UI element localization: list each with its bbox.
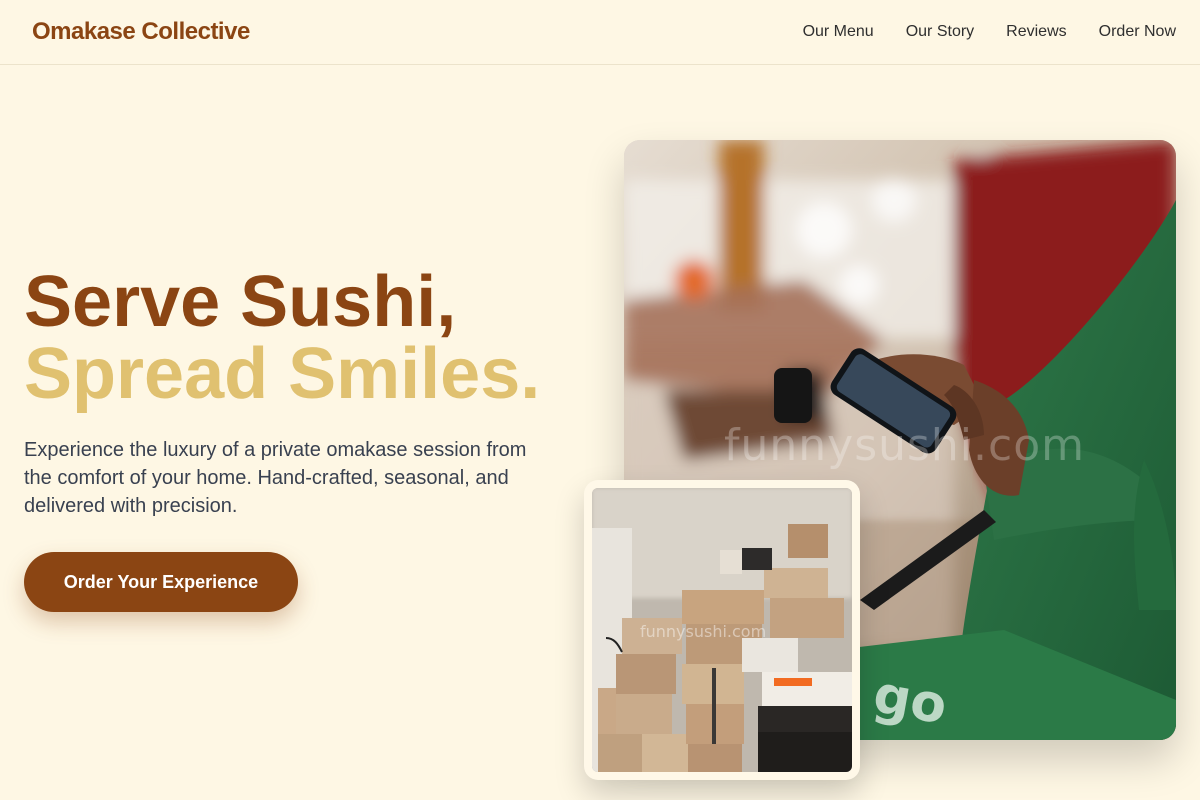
- secondary-photo-watermark: funnysushi.com: [640, 622, 767, 641]
- hero-title-line-2: Spread Smiles.: [24, 334, 541, 414]
- nav-link-reviews[interactable]: Reviews: [1006, 23, 1066, 41]
- hero-description: Experience the luxury of a private omaka…: [24, 439, 527, 517]
- nav-link-our-story[interactable]: Our Story: [906, 23, 974, 41]
- svg-text:go: go: [869, 665, 951, 737]
- brand-logo[interactable]: Omakase Collective: [32, 18, 250, 46]
- order-experience-button[interactable]: Order Your Experience: [24, 552, 298, 612]
- top-navigation-bar: Omakase Collective Our Menu Our Story Re…: [0, 0, 1200, 65]
- main-nav: Our Menu Our Story Reviews Order Now: [803, 23, 1176, 41]
- nav-link-our-menu[interactable]: Our Menu: [803, 23, 874, 41]
- hero-secondary-photo-frame: funnysushi.com: [584, 480, 860, 780]
- main-photo-watermark: funnysushi.com: [724, 420, 1085, 471]
- nav-link-order-now[interactable]: Order Now: [1099, 23, 1176, 41]
- hero-title: Serve Sushi, Spread Smiles.: [24, 266, 540, 410]
- hero-secondary-photo: funnysushi.com: [592, 488, 852, 772]
- hero-title-line-1: Serve Sushi,: [24, 262, 457, 342]
